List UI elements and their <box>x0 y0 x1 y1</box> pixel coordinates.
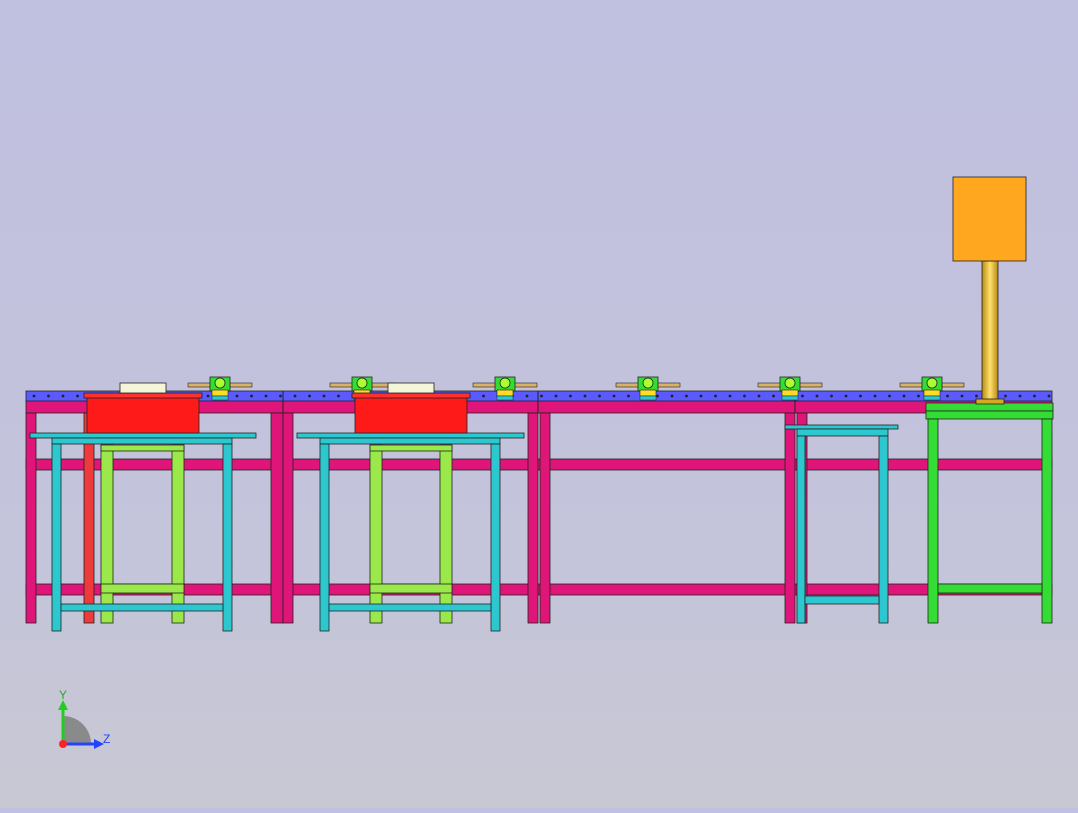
conveyor-hole <box>670 394 674 398</box>
control-cabinet <box>952 176 1027 405</box>
conveyor-hole <box>627 394 630 398</box>
conveyor-hole <box>917 394 920 398</box>
conveyor-hole <box>76 394 79 398</box>
conveyor-hole <box>975 394 978 398</box>
conveyor-hole <box>859 394 862 398</box>
conveyor-hole <box>801 394 804 398</box>
conveyor-hole <box>32 394 36 398</box>
conveyor-hole <box>569 394 572 398</box>
conveyor-hole <box>728 394 732 398</box>
conveyor-hole <box>714 394 717 398</box>
conveyor-hole <box>293 394 297 398</box>
conveyor-hole <box>757 394 761 398</box>
conveyor-hole <box>902 394 906 398</box>
conveyor-hole <box>960 394 964 398</box>
conveyor-hole <box>1004 394 1007 398</box>
conveyor-hole <box>1033 394 1036 398</box>
axis-triad: Y Z <box>58 688 110 749</box>
conveyor-hole <box>540 394 543 398</box>
y-axis-label: Y <box>59 688 67 702</box>
conveyor-hole <box>598 394 601 398</box>
conveyor-hole <box>525 394 529 398</box>
conveyor-hole <box>308 394 311 398</box>
conveyor-hole <box>873 394 877 398</box>
conveyor-hole <box>47 394 50 398</box>
z-axis-label: Z <box>103 732 110 746</box>
x-axis-dot <box>59 740 67 748</box>
conveyor-hole <box>264 394 268 398</box>
conveyor-hole <box>583 394 587 398</box>
conveyor-hole <box>250 394 253 398</box>
conveyor-hole <box>1018 394 1022 398</box>
conveyor-hole <box>685 394 688 398</box>
cabinet-stand <box>925 402 1054 624</box>
conveyor-hole <box>772 394 775 398</box>
assembly-drawing[interactable]: Y Z <box>0 0 1078 808</box>
conveyor-hole <box>554 394 558 398</box>
conveyor-hole <box>61 394 65 398</box>
conveyor-hole <box>656 394 659 398</box>
conveyor-hole <box>946 394 949 398</box>
conveyor-hole <box>699 394 703 398</box>
conveyor-hole <box>322 394 326 398</box>
conveyor-hole <box>830 394 833 398</box>
conveyor-hole <box>279 394 282 398</box>
conveyor-hole <box>612 394 616 398</box>
conveyor-hole <box>235 394 239 398</box>
conveyor-hole <box>482 394 485 398</box>
conveyor-hole <box>337 394 340 398</box>
conveyor-hole <box>1047 394 1051 398</box>
conveyor-hole <box>206 394 210 398</box>
conveyor-hole <box>743 394 746 398</box>
conveyor-hole <box>815 394 819 398</box>
conveyor-hole <box>844 394 848 398</box>
cad-viewport[interactable]: Y Z <box>0 0 1078 808</box>
conveyor-hole <box>888 394 891 398</box>
